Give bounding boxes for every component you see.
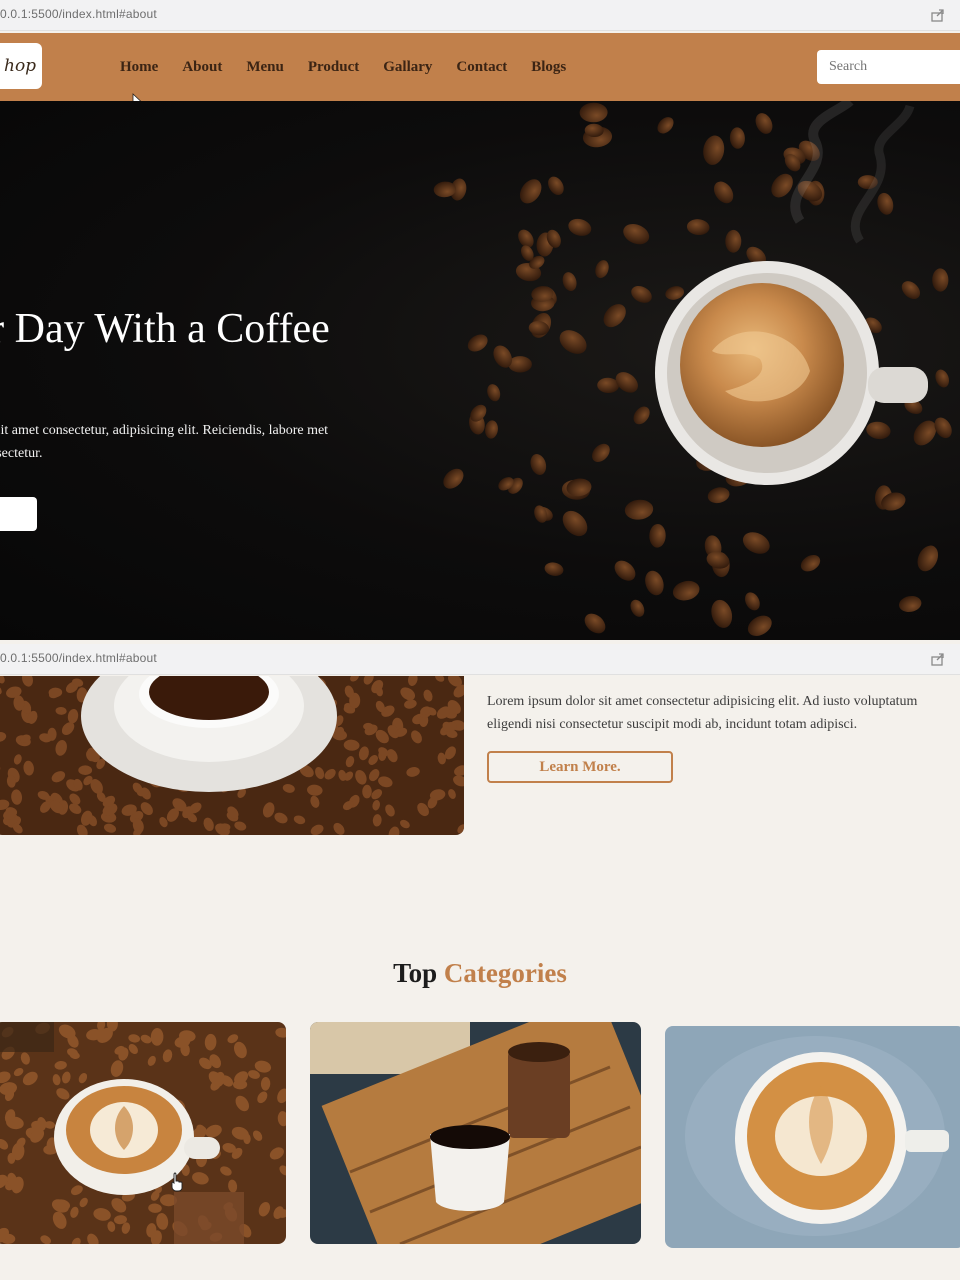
- coffee-bean: [548, 176, 564, 196]
- coffee-bean: [725, 229, 742, 253]
- coffee-bean: [562, 510, 588, 537]
- coffee-bean: [657, 117, 674, 134]
- coffee-bean: [562, 272, 577, 292]
- nav-link-about[interactable]: About: [182, 59, 222, 76]
- coffee-bean: [713, 181, 734, 204]
- hand-cursor-icon: [171, 1172, 183, 1192]
- coffee-bean: [703, 135, 725, 165]
- hero-title: Your Day With a Coffee: [0, 306, 330, 352]
- coffee-bean: [645, 570, 664, 596]
- logo[interactable]: hop: [0, 43, 42, 89]
- hero-section: Your Day With a Coffee lor sit amet cons…: [0, 101, 960, 640]
- share-icon[interactable]: [930, 651, 946, 667]
- coffee-bean: [530, 454, 547, 475]
- nav-link-gallary[interactable]: Gallary: [383, 59, 432, 76]
- coffee-bean: [707, 487, 730, 504]
- coffee-bean: [614, 560, 636, 581]
- browser-address-bar-top[interactable]: 0.0.1:5500/index.html#about: [0, 0, 960, 31]
- learn-more-button[interactable]: Learn More.: [487, 751, 673, 783]
- nav-link-home[interactable]: Home: [120, 59, 158, 76]
- coffee-bean: [747, 615, 772, 636]
- share-icon[interactable]: [930, 7, 946, 23]
- about-coffee-image: [0, 676, 464, 835]
- coffee-bean: [584, 613, 606, 634]
- search-input[interactable]: [817, 50, 960, 84]
- category-card-1[interactable]: [0, 1022, 286, 1244]
- coffee-bean: [568, 218, 592, 236]
- coffee-bean: [487, 384, 501, 402]
- coffee-bean: [467, 334, 488, 352]
- navbar: hop Home About Menu Product Gallary Cont…: [0, 33, 960, 101]
- coffee-bean: [631, 285, 652, 303]
- category-card-2[interactable]: [310, 1022, 641, 1244]
- coffee-bean: [603, 304, 626, 328]
- category-card-3[interactable]: [665, 1026, 960, 1248]
- coffee-bean: [544, 562, 564, 576]
- coffee-bean: [624, 499, 654, 520]
- categories-title-part2: Categories: [443, 958, 567, 988]
- categories-title-part1: Top: [393, 958, 438, 988]
- coffee-bean: [877, 192, 894, 215]
- coffee-bean: [443, 468, 464, 489]
- nav-link-blogs[interactable]: Blogs: [531, 59, 566, 76]
- coffee-bean: [595, 260, 609, 279]
- coffee-bean: [935, 369, 949, 388]
- coffee-bean: [633, 406, 650, 425]
- hero-button[interactable]: [0, 497, 37, 531]
- coffee-bean: [866, 421, 891, 440]
- coffee-bean: [672, 580, 700, 601]
- coffee-bean: [534, 505, 548, 523]
- coffee-bean: [579, 102, 608, 123]
- hero-description: lor sit amet consectetur, adipisicing el…: [0, 423, 329, 461]
- coffee-bean: [519, 179, 542, 204]
- browser-address-bar-bottom[interactable]: 0.0.1:5500/index.html#about: [0, 644, 960, 675]
- coffee-bean: [745, 592, 760, 611]
- nav-link-product[interactable]: Product: [308, 59, 359, 76]
- address-url[interactable]: 0.0.1:5500/index.html#about: [0, 7, 157, 21]
- coffee-bean: [932, 268, 949, 292]
- coffee-bean: [623, 223, 650, 245]
- nav-link-contact[interactable]: Contact: [456, 59, 507, 76]
- coffee-bean: [686, 219, 710, 236]
- address-url[interactable]: 0.0.1:5500/index.html#about: [0, 651, 157, 665]
- nav-link-menu[interactable]: Menu: [246, 59, 284, 76]
- coffee-bean: [800, 554, 821, 572]
- coffee-bean: [559, 330, 587, 354]
- coffee-bean: [485, 420, 498, 439]
- hero-coffee-image: [433, 101, 952, 636]
- coffee-bean: [630, 599, 645, 617]
- coffee-bean: [665, 286, 685, 300]
- coffee-bean: [917, 545, 939, 572]
- coffee-bean: [711, 599, 733, 628]
- coffee-bean: [742, 532, 770, 554]
- categories-title: Top Categories: [0, 958, 960, 989]
- nav-links: Home About Menu Product Gallary Contact …: [120, 33, 590, 101]
- coffee-bean: [898, 595, 922, 613]
- coffee-bean: [729, 127, 745, 149]
- coffee-bean: [901, 281, 921, 300]
- about-description: Lorem ipsum dolor sit amet consectetur a…: [487, 694, 918, 732]
- coffee-bean: [755, 113, 773, 134]
- coffee-bean: [649, 524, 666, 548]
- coffee-bean: [592, 443, 610, 462]
